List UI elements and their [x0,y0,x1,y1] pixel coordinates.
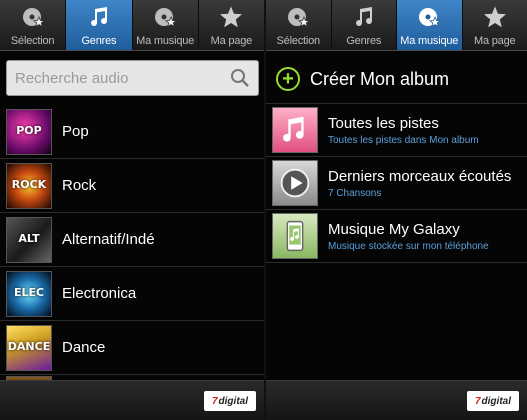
tab-ma-page[interactable]: Ma page [463,0,527,50]
genre-label: Rock [62,177,97,194]
7digital-logo[interactable]: 7 digital [467,391,519,411]
tab-label: Ma page [210,35,253,47]
album-subtitle: Toutes les pistes dans Mon album [328,134,479,146]
genre-label: Electronica [62,285,137,302]
tab-ma-page[interactable]: Ma page [199,0,264,50]
album-subtitle: Musique stockée sur mon téléphone [328,240,489,252]
search-icon[interactable] [230,68,250,88]
list-item[interactable]: Derniers morceaux écoutés 7 Chansons [266,157,527,210]
search-placeholder: Recherche audio [15,70,129,87]
plus-icon: + [276,67,300,91]
disc-star-icon [22,8,45,28]
artwork-text: ELEC [13,285,45,299]
star-icon [483,6,506,28]
album-artwork [272,107,318,153]
album-title: Toutes les pistes [328,114,439,132]
search-input[interactable]: Recherche audio [6,60,259,96]
genre-artwork: ALT [6,216,52,263]
music-note-icon [355,7,372,27]
tab-selection[interactable]: Sélection [266,0,332,50]
logo-seven: 7 [211,395,218,407]
artwork-text: DANCE [7,339,51,353]
logo-seven: 7 [474,395,481,407]
genre-label: Dance [62,339,106,356]
album-title: Musique My Galaxy [328,220,460,238]
footer-bar: 7 digital [0,380,264,420]
tab-label: Sélection [276,35,321,47]
create-album-button[interactable]: + Créer Mon album [276,60,449,98]
logo-digital: digital [481,395,511,407]
artwork-text: ALT [18,231,40,245]
logo-digital: digital [218,395,248,407]
list-item[interactable]: ALT Alternatif/Indé [0,213,264,267]
list-item[interactable]: POP Pop [0,105,264,159]
album-artwork [272,160,318,206]
album-subtitle: 7 Chansons [328,187,382,199]
ma-musique-panel: Sélection Genres Ma musique Ma page + Cr… [266,0,527,420]
list-item[interactable]: Musique My Galaxy Musique stockée sur mo… [266,210,527,263]
genre-list: POP Pop ROCK Rock ALT Alternatif/Indé EL… [0,105,264,389]
tab-genres[interactable]: Genres [332,0,397,50]
footer-bar: 7 digital [266,380,527,420]
tab-label: Ma musique [400,35,459,47]
list-item[interactable]: DANCE Dance [0,321,264,375]
album-title: Derniers morceaux écoutés [328,167,512,185]
disc-star-icon [288,8,311,28]
artwork-text: POP [16,123,42,137]
disc-star-icon [419,8,442,28]
tab-genres[interactable]: Genres [66,0,133,50]
music-notes-icon [283,116,304,142]
list-item[interactable]: ELEC Electronica [0,267,264,321]
album-list: Toutes les pistes Toutes les pistes dans… [266,103,527,263]
7digital-logo[interactable]: 7 digital [204,391,256,411]
phone-icon [286,220,304,252]
list-item[interactable]: ROCK Rock [0,159,264,213]
tab-selection[interactable]: Sélection [0,0,67,50]
tab-ma-musique[interactable]: Ma musique [397,0,463,50]
tab-bar: Sélection Genres Ma musique Ma page [0,0,264,51]
artwork-text: ROCK [11,177,47,191]
tab-label: Genres [81,35,117,47]
music-note-icon [90,7,107,27]
tab-label: Sélection [10,35,55,47]
album-artwork [272,213,318,259]
tab-label: Ma musique [136,35,195,47]
tab-label: Ma page [474,35,516,47]
genre-artwork: DANCE [6,324,52,371]
genre-label: Alternatif/Indé [62,231,155,248]
create-album-label: Créer Mon album [310,68,450,89]
genres-panel: Sélection Genres Ma musique Ma page Rech… [0,0,264,420]
tab-ma-musique[interactable]: Ma musique [133,0,199,50]
tab-bar: Sélection Genres Ma musique Ma page [266,0,527,51]
disc-star-icon [155,8,178,28]
genre-artwork: POP [6,108,52,155]
star-icon [220,6,243,28]
genre-label: Pop [62,123,89,140]
genre-artwork: ROCK [6,162,52,209]
list-item[interactable]: Toutes les pistes Toutes les pistes dans… [266,104,527,157]
tab-label: Genres [346,35,382,47]
genre-artwork: ELEC [6,270,52,317]
play-icon [280,168,310,198]
